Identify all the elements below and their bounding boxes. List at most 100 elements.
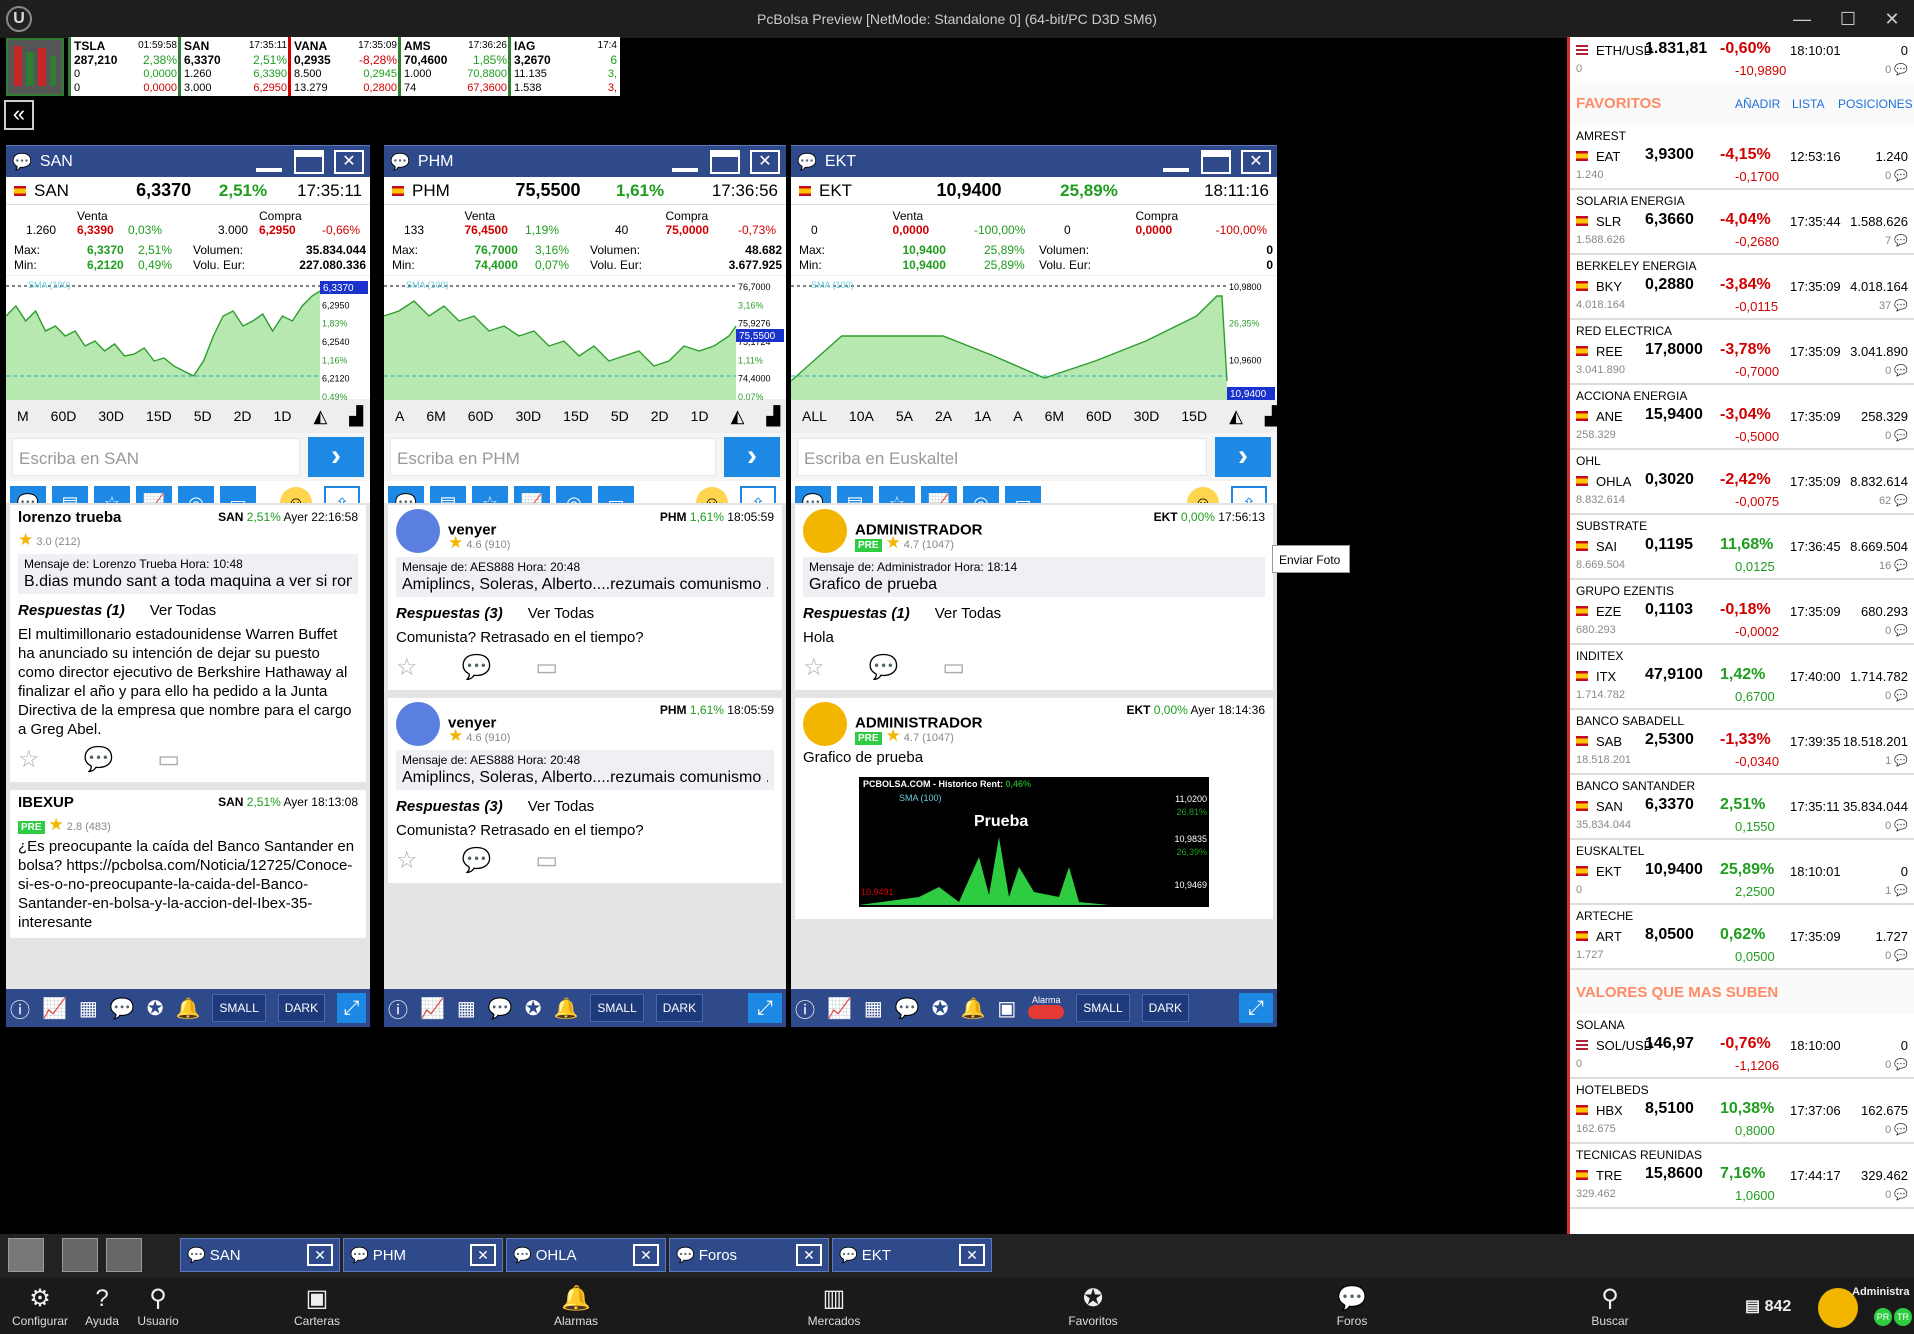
cascade-windows-button[interactable]: [62, 1238, 98, 1272]
messages-icon[interactable]: 💬: [488, 996, 513, 1021]
messages-icon[interactable]: 💬: [895, 996, 920, 1021]
star-icon[interactable]: ☆: [396, 653, 418, 682]
star-icon[interactable]: ☆: [396, 846, 418, 875]
forum-post[interactable]: venyer PHM 1,61% 18:05:59 ★ 4.6 (910) Mensa…: [388, 505, 782, 690]
period-1d[interactable]: 1D: [680, 408, 720, 424]
info-icon[interactable]: ⓘ: [388, 994, 408, 1023]
watchlist-item[interactable]: HOTELBEDS HBX 8,5100 10,38% 17:37:06 162.675 1…: [1570, 1079, 1914, 1144]
window-tab-ekt[interactable]: 💬 EKT ✕: [832, 1238, 992, 1272]
area-chart-icon[interactable]: ◭: [720, 406, 756, 427]
period-60d[interactable]: 60D: [1075, 408, 1123, 424]
watchlist-item[interactable]: ETH/USD 1.831,81 -0,60% 18:10:01 0 0 -10,9890 0…: [1570, 37, 1914, 81]
folder-icon[interactable]: ▭: [157, 745, 180, 774]
panel-minimize-button[interactable]: [254, 150, 284, 174]
nav-foros[interactable]: 💬 Foros: [1312, 1284, 1392, 1328]
panel-maximize-button[interactable]: [1201, 149, 1231, 174]
period-2a[interactable]: 2A: [924, 408, 963, 424]
messages-icon[interactable]: 💬: [110, 996, 135, 1021]
favorites-icon[interactable]: ✪: [525, 996, 542, 1021]
eth-row[interactable]: ETH/USD 1.831,81 -0,60% 18:10:01 0 0 -10,9890 0…: [1570, 37, 1914, 81]
star-icon[interactable]: ☆: [18, 745, 40, 774]
price-chart[interactable]: SMA (100)10,980026,35%10,960026,12%10,94…: [791, 275, 1277, 400]
comment-icon[interactable]: 💬: [462, 653, 492, 682]
alarm-icon[interactable]: 🔔: [553, 996, 578, 1021]
folder-icon[interactable]: ▭: [535, 846, 558, 875]
list-link[interactable]: LISTA: [1792, 97, 1824, 111]
period-a[interactable]: A: [384, 408, 415, 424]
calendar-icon[interactable]: ▦: [79, 996, 98, 1021]
nav-carteras[interactable]: ▣ Carteras: [277, 1284, 357, 1328]
ticker-4[interactable]: IAG 17:4 3,2670 6 11.135 3, 1.538 3,: [508, 37, 620, 96]
period-all[interactable]: ALL: [791, 408, 838, 424]
replies-count[interactable]: Respuestas (1): [803, 605, 910, 622]
minimize-button[interactable]: —: [1782, 6, 1822, 32]
period-m[interactable]: M: [6, 408, 40, 424]
watchlist-item[interactable]: ARTECHE ART 8,0500 0,62% 17:35:09 1.727 1.727 0…: [1570, 905, 1914, 970]
panel-close-button[interactable]: ✕: [750, 149, 780, 174]
user-profile[interactable]: Administra PR TR: [1818, 1284, 1914, 1330]
panel-maximize-button[interactable]: [294, 149, 324, 174]
window-tab-foros[interactable]: 💬 Foros ✕: [669, 1238, 829, 1272]
period-a[interactable]: A: [1002, 408, 1033, 424]
send-button[interactable]: ›: [724, 437, 780, 477]
nav-buscar[interactable]: ⚲ Buscar: [1570, 1284, 1650, 1328]
watchlist-item[interactable]: TECNICAS REUNIDAS TRE 15,8600 7,16% 17:44:17…: [1570, 1144, 1914, 1209]
area-chart-icon[interactable]: ◭: [1218, 406, 1254, 427]
balance[interactable]: ▤ 842: [1745, 1296, 1791, 1316]
watchlist-item[interactable]: AMREST EAT 3,9300 -4,15% 12:53:16 1.240 1.240 -…: [1570, 125, 1914, 190]
forum-post[interactable]: venyer PHM 1,61% 18:05:59 ★ 4.6 (910) Mensa…: [388, 698, 782, 883]
nav-usuario[interactable]: ⚲ Usuario: [118, 1284, 198, 1328]
panel-header[interactable]: 💬 SAN ✕: [6, 145, 370, 177]
nav-alarmas[interactable]: 🔔 Alarmas: [536, 1284, 616, 1328]
window-tab-ohla[interactable]: 💬 OHLA ✕: [506, 1238, 666, 1272]
watchlist-item[interactable]: BANCO SABADELL SAB 2,5300 -1,33% 17:39:35 18.…: [1570, 710, 1914, 775]
dark-button[interactable]: DARK: [277, 994, 326, 1022]
area-chart-icon[interactable]: ◭: [302, 406, 338, 427]
save-layout-button[interactable]: [106, 1238, 142, 1272]
forum-post[interactable]: ADMINISTRADOR EKT 0,00% 17:56:13 PRE ★ 4.7…: [795, 505, 1273, 690]
alarm-icon[interactable]: 🔔: [175, 996, 200, 1021]
comment-icon[interactable]: 💬: [869, 653, 899, 682]
maximize-button[interactable]: ☐: [1828, 6, 1868, 32]
favorites-icon[interactable]: ✪: [147, 996, 164, 1021]
panel-minimize-button[interactable]: [1161, 150, 1191, 174]
period-30d[interactable]: 30D: [504, 408, 552, 424]
positions-link[interactable]: POSICIONES: [1838, 97, 1913, 111]
forum-post[interactable]: lorenzo trueba SAN 2,51% Ayer 22:16:58 ★ 3…: [10, 505, 366, 782]
watchlist-item[interactable]: ACCIONA ENERGIA ANE 15,9400 -3,04% 17:35:09 2…: [1570, 385, 1914, 450]
replies-count[interactable]: Respuestas (3): [396, 605, 503, 622]
comment-icon[interactable]: 💬: [84, 745, 114, 774]
expand-icon[interactable]: ⤢: [1239, 993, 1273, 1023]
bar-chart-icon[interactable]: ▟: [755, 406, 786, 427]
watchlist-item[interactable]: RED ELECTRICA REE 17,8000 -3,78% 17:35:09 3.0…: [1570, 320, 1914, 385]
alarm-icon[interactable]: 🔔: [960, 996, 985, 1021]
favorites-icon[interactable]: ✪: [932, 996, 949, 1021]
calendar-icon[interactable]: ▦: [457, 996, 476, 1021]
tab-close-button[interactable]: ✕: [307, 1244, 333, 1266]
panel-maximize-button[interactable]: [710, 149, 740, 174]
period-2d[interactable]: 2D: [640, 408, 680, 424]
view-all-link[interactable]: Ver Todas: [935, 605, 1001, 622]
panel-minimize-button[interactable]: [670, 150, 700, 174]
bar-chart-icon[interactable]: ▟: [338, 406, 370, 427]
period-5d[interactable]: 5D: [183, 408, 223, 424]
info-icon[interactable]: ⓘ: [10, 994, 30, 1023]
add-link[interactable]: AÑADIR: [1735, 97, 1780, 111]
forum-post[interactable]: IBEXUP SAN 2,51% Ayer 18:13:08 PRE ★ 2.8 (…: [10, 790, 366, 938]
compose-input[interactable]: Escriba en PHM: [390, 438, 716, 476]
dark-button[interactable]: DARK: [1141, 994, 1189, 1022]
ticker-2[interactable]: VANA 17:35:09 0,2935 -8,28% 8.500 0,2945 13.27…: [288, 37, 400, 96]
small-button[interactable]: SMALL: [212, 994, 266, 1022]
period-5a[interactable]: 5A: [885, 408, 924, 424]
attached-chart-image[interactable]: PCBOLSA.COM - Historico Rent: 0,46% SMA (…: [859, 777, 1209, 907]
period-2d[interactable]: 2D: [223, 408, 263, 424]
comment-icon[interactable]: 💬: [462, 846, 492, 875]
chart-icon[interactable]: 📈: [827, 996, 852, 1021]
ticker-1[interactable]: SAN 17:35:11 6,3370 2,51% 1.260 6,3390 3.000 6,…: [178, 37, 290, 96]
compose-input[interactable]: Escriba en SAN: [12, 438, 300, 476]
chart-icon[interactable]: 📈: [42, 996, 67, 1021]
expand-icon[interactable]: ⤢: [337, 993, 366, 1023]
period-30d[interactable]: 30D: [1123, 408, 1171, 424]
expand-icon[interactable]: ⤢: [748, 993, 782, 1023]
period-15d[interactable]: 15D: [1170, 408, 1218, 424]
